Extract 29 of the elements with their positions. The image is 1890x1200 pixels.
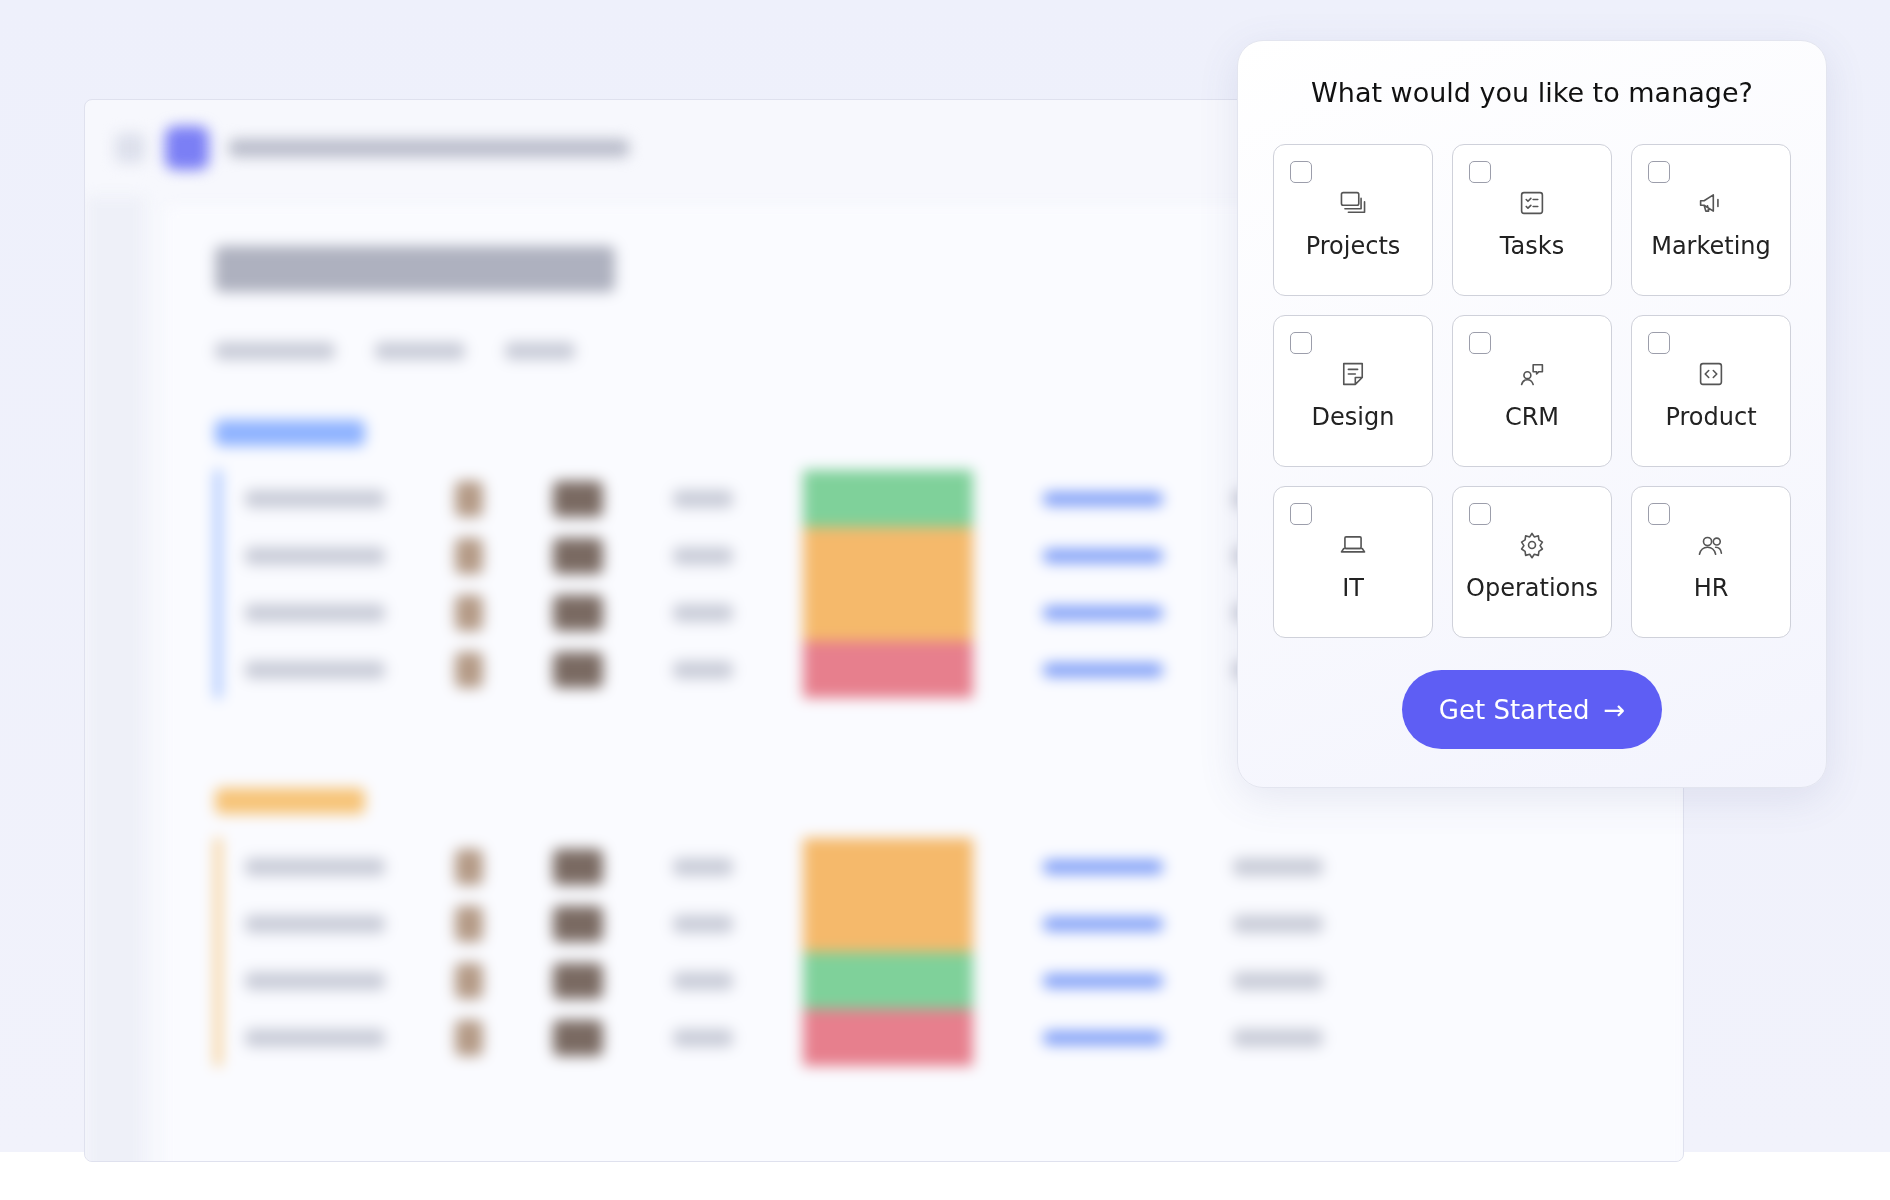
option-tile[interactable]: IT — [1273, 486, 1433, 638]
option-label: Design — [1311, 403, 1395, 431]
option-label: HR — [1693, 574, 1729, 602]
option-label: Projects — [1305, 232, 1401, 260]
option-tile[interactable]: Operations — [1452, 486, 1612, 638]
checkbox[interactable] — [1648, 503, 1670, 525]
option-label: CRM — [1504, 403, 1560, 431]
checkbox[interactable] — [1469, 161, 1491, 183]
checkbox[interactable] — [1648, 161, 1670, 183]
get-started-button[interactable]: Get Started → — [1402, 670, 1662, 749]
checkbox[interactable] — [1469, 332, 1491, 354]
option-tile[interactable]: Product — [1631, 315, 1791, 467]
dialog-title: What would you like to manage? — [1311, 77, 1753, 108]
option-label: Operations — [1466, 574, 1598, 602]
option-label: Product — [1665, 403, 1757, 431]
option-label: Tasks — [1499, 232, 1565, 260]
option-tile[interactable]: Tasks — [1452, 144, 1612, 296]
option-tile[interactable]: CRM — [1452, 315, 1612, 467]
checkbox[interactable] — [1290, 161, 1312, 183]
option-label: IT — [1342, 574, 1364, 602]
checkbox[interactable] — [1290, 332, 1312, 354]
option-tile[interactable]: Marketing — [1631, 144, 1791, 296]
checkbox[interactable] — [1648, 332, 1670, 354]
option-tile[interactable]: Design — [1273, 315, 1433, 467]
option-label: Marketing — [1651, 232, 1771, 260]
checkbox[interactable] — [1469, 503, 1491, 525]
option-tile[interactable]: HR — [1631, 486, 1791, 638]
checkbox[interactable] — [1290, 503, 1312, 525]
option-tile[interactable]: Projects — [1273, 144, 1433, 296]
